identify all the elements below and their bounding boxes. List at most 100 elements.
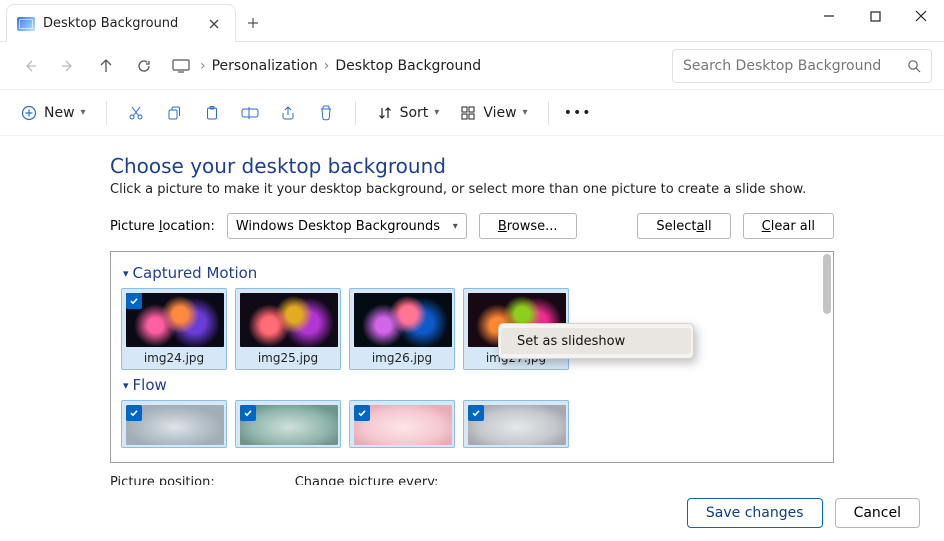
minimize-button[interactable] [806, 0, 852, 32]
cut-icon [127, 104, 145, 122]
breadcrumb: › Personalization › Desktop Background [168, 48, 670, 84]
close-window-button[interactable] [898, 0, 944, 32]
image-gallery: ▾ Captured Motion img24.jpg img25.jpg [110, 251, 834, 463]
search-input[interactable]: Search Desktop Background [672, 49, 932, 83]
rename-button[interactable] [233, 96, 267, 130]
divider [548, 101, 549, 125]
thumb-img24[interactable]: img24.jpg [121, 288, 227, 370]
sort-button[interactable]: Sort ▾ [368, 96, 448, 130]
tab-favicon [17, 17, 35, 31]
thumb-img26[interactable]: img26.jpg [349, 288, 455, 370]
divider [106, 101, 107, 125]
chevron-down-icon: ▾ [123, 267, 129, 280]
view-label: View [483, 105, 516, 121]
clear-all-button[interactable]: Clear all [743, 213, 834, 239]
refresh-button[interactable] [126, 48, 162, 84]
picture-location-select[interactable]: Windows Desktop Backgrounds ▾ [227, 213, 467, 239]
picture-location-label: Picture location: [110, 219, 215, 234]
footer: Save changes Cancel [0, 485, 944, 541]
thumb-filename: img24.jpg [126, 347, 222, 367]
close-tab-button[interactable] [205, 15, 223, 33]
new-tab-button[interactable] [236, 6, 270, 40]
more-button[interactable]: ••• [561, 96, 595, 130]
browse-button[interactable]: Browse... [479, 213, 577, 239]
thumbnail-image [354, 293, 452, 347]
thumb-row [121, 400, 811, 448]
share-button[interactable] [271, 96, 305, 130]
view-button[interactable]: View ▾ [451, 96, 535, 130]
check-icon [243, 408, 253, 418]
check-icon [357, 408, 367, 418]
checkbox-checked[interactable] [126, 405, 142, 421]
new-icon [20, 104, 38, 122]
title-bar: Desktop Background [0, 0, 944, 42]
section-title: Flow [133, 376, 167, 394]
content-area: Choose your desktop background Click a p… [0, 136, 944, 485]
thumb-flow-1[interactable] [121, 400, 227, 448]
thumb-img25[interactable]: img25.jpg [235, 288, 341, 370]
paste-button[interactable] [195, 96, 229, 130]
cancel-button[interactable]: Cancel [835, 498, 920, 528]
page-subtext: Click a picture to make it your desktop … [110, 182, 834, 197]
section-flow[interactable]: ▾ Flow [123, 376, 811, 394]
cut-button[interactable] [119, 96, 153, 130]
check-icon [129, 408, 139, 418]
forward-button[interactable] [50, 48, 86, 84]
picture-position-label: Picture position: [110, 475, 215, 485]
section-title: Captured Motion [133, 264, 258, 282]
new-button[interactable]: New ▾ [12, 96, 94, 130]
thumb-flow-2[interactable] [235, 400, 341, 448]
minimize-icon [823, 10, 835, 22]
browser-tab[interactable]: Desktop Background [6, 4, 236, 42]
ctx-set-as-slideshow[interactable]: Set as slideshow [501, 328, 691, 354]
copy-button[interactable] [157, 96, 191, 130]
checkbox-checked[interactable] [468, 405, 484, 421]
thumb-filename: img25.jpg [240, 347, 336, 367]
command-bar: New ▾ Sort ▾ View ▾ ••• [0, 90, 944, 136]
maximize-button[interactable] [852, 0, 898, 32]
delete-button[interactable] [309, 96, 343, 130]
crumb-personalization[interactable]: Personalization [212, 58, 318, 74]
scrollbar[interactable] [823, 254, 831, 314]
checkbox-checked[interactable] [240, 405, 256, 421]
plus-icon [247, 17, 259, 29]
back-button[interactable] [12, 48, 48, 84]
more-icon: ••• [569, 104, 587, 122]
arrow-right-icon [60, 58, 76, 74]
save-changes-button[interactable]: Save changes [687, 498, 823, 528]
close-icon [915, 10, 927, 22]
cutoff-row: Picture position: Change picture every: [110, 475, 834, 485]
thumb-flow-3[interactable] [349, 400, 455, 448]
monitor-icon [172, 59, 190, 73]
checkbox-checked[interactable] [126, 293, 142, 309]
context-menu: Set as slideshow [498, 323, 694, 359]
thumbnail-image [240, 293, 338, 347]
rename-icon [241, 104, 259, 122]
view-icon [459, 104, 477, 122]
section-captured-motion[interactable]: ▾ Captured Motion [123, 264, 811, 282]
nav-row: › Personalization › Desktop Background S… [0, 42, 944, 90]
chevron-down-icon: ▾ [453, 221, 458, 232]
close-icon [209, 19, 219, 29]
thumb-row: img24.jpg img25.jpg img26.jpg img27.jpg [121, 288, 811, 370]
up-button[interactable] [88, 48, 124, 84]
this-pc-icon[interactable] [168, 48, 194, 84]
crumb-desktop-background[interactable]: Desktop Background [335, 58, 481, 74]
refresh-icon [136, 58, 152, 74]
paste-icon [203, 104, 221, 122]
chevron-right-icon: › [324, 58, 330, 74]
tab-title: Desktop Background [43, 16, 197, 31]
thumb-flow-4[interactable] [463, 400, 569, 448]
select-all-button[interactable]: Select all [637, 213, 730, 239]
thumb-filename: img26.jpg [354, 347, 450, 367]
checkbox-checked[interactable] [354, 405, 370, 421]
picture-location-row: Picture location: Windows Desktop Backgr… [110, 213, 834, 239]
chevron-down-icon: ▾ [434, 107, 439, 118]
page-title: Choose your desktop background [110, 154, 834, 178]
chevron-down-icon: ▾ [81, 107, 86, 118]
chevron-down-icon: ▾ [123, 379, 129, 392]
sort-icon [376, 104, 394, 122]
maximize-icon [870, 11, 881, 22]
chevron-right-icon: › [200, 58, 206, 74]
chevron-down-icon: ▾ [523, 107, 528, 118]
